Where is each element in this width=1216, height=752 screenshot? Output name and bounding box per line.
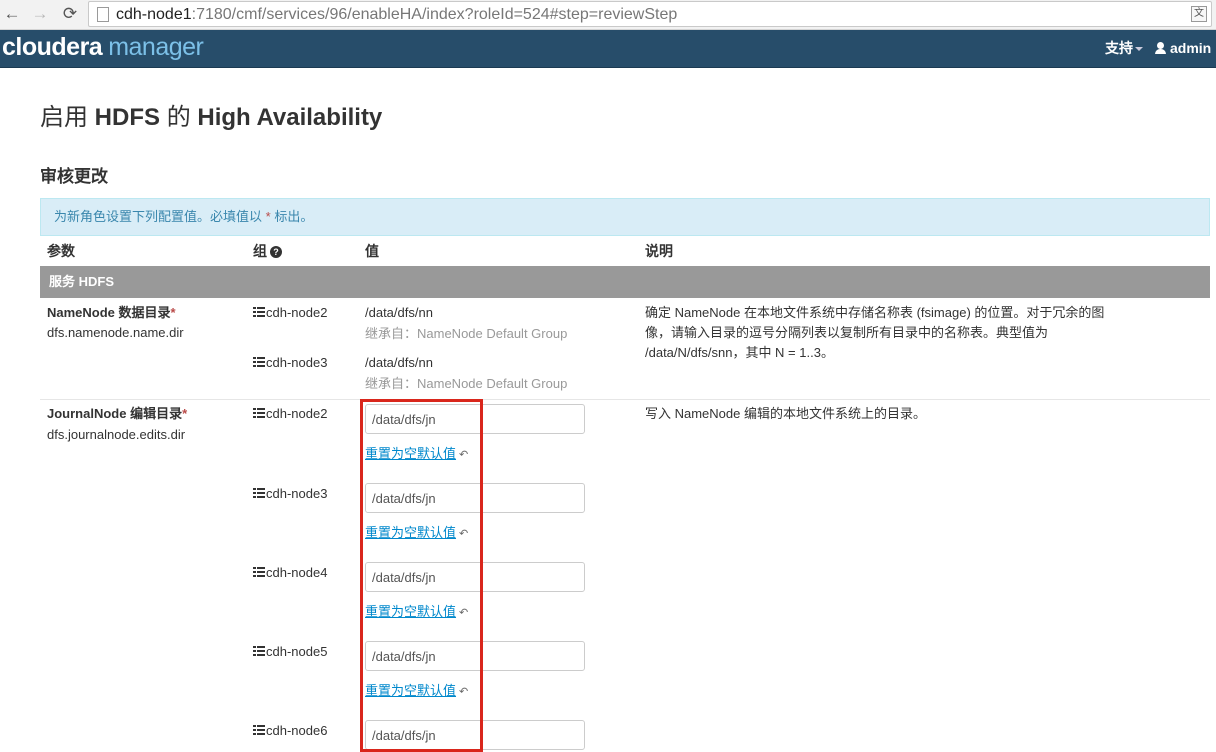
column-header-group: 组? (253, 241, 282, 261)
group-cell: cdh-node4 (253, 564, 327, 582)
list-icon (253, 488, 265, 498)
undo-icon: ↶ (459, 686, 469, 698)
journalnode-dir-input[interactable] (365, 483, 585, 513)
list-icon (253, 567, 265, 577)
support-menu[interactable]: 支持 (1105, 39, 1143, 57)
group-cell: cdh-node2 (253, 304, 327, 322)
info-banner: 为新角色设置下列配置值。必填值以 * 标出。 (40, 198, 1210, 236)
list-icon (253, 307, 265, 317)
journalnode-dir-input[interactable] (365, 720, 585, 750)
reset-default-link[interactable]: 重置为空默认值 ↶ (365, 603, 468, 622)
list-icon (253, 725, 265, 735)
group-cell: cdh-node3 (253, 485, 327, 503)
reset-default-link[interactable]: 重置为空默认值 ↶ (365, 445, 468, 464)
param-name: JournalNode 编辑目录* (47, 406, 188, 421)
param-description: 确定 NameNode 在本地文件系统中存储名称表 (fsimage) 的位置。… (645, 305, 1105, 360)
translate-icon[interactable]: 文 (1191, 6, 1207, 22)
param-key: dfs.journalnode.edits.dir (47, 427, 186, 442)
group-cell: cdh-node5 (253, 643, 327, 661)
reset-default-link[interactable]: 重置为空默认值 ↶ (365, 682, 468, 701)
param-name: NameNode 数据目录* (47, 305, 176, 320)
column-header-param: 参数 (47, 243, 75, 259)
inherited-note: 继承自：NameNode Default Group (365, 326, 568, 341)
column-header-description: 说明 (645, 243, 673, 259)
value-text: /data/dfs/nn (365, 305, 433, 320)
group-cell: cdh-node3 (253, 354, 327, 372)
journalnode-dir-input[interactable] (365, 404, 585, 434)
user-menu[interactable]: admin (1155, 39, 1211, 57)
back-arrow-icon[interactable]: ← (1, 3, 23, 25)
help-icon[interactable]: ? (270, 246, 282, 258)
reset-default-link[interactable]: 重置为空默认值 ↶ (365, 524, 468, 543)
address-bar[interactable]: cdh-node1:7180/cmf/services/96/enableHA/… (88, 1, 1212, 27)
url-text: cdh-node1:7180/cmf/services/96/enableHA/… (116, 6, 678, 23)
undo-icon: ↶ (459, 528, 469, 540)
page-title: 启用 HDFS 的 High Availability (40, 104, 383, 131)
group-cell: cdh-node2 (253, 405, 327, 423)
list-icon (253, 646, 265, 656)
user-icon (1155, 42, 1166, 54)
list-icon (253, 357, 265, 367)
param-description: 写入 NameNode 编辑的本地文件系统上的目录。 (645, 406, 926, 421)
param-key: dfs.namenode.name.dir (47, 325, 184, 340)
section-title: 审核更改 (40, 167, 108, 186)
inherited-note: 继承自：NameNode Default Group (365, 376, 568, 391)
app-header: cloudera manager 支持 admin (0, 30, 1216, 68)
service-group-row: 服务 HDFS (40, 266, 1210, 298)
reload-icon[interactable]: ⟳ (59, 3, 81, 25)
group-cell: cdh-node6 (253, 722, 327, 740)
undo-icon: ↶ (459, 449, 469, 461)
undo-icon: ↶ (459, 607, 469, 619)
list-icon (253, 408, 265, 418)
page-icon (97, 7, 109, 22)
browser-toolbar: ← → ⟳ cdh-node1:7180/cmf/services/96/ena… (0, 0, 1216, 30)
column-header-value: 值 (365, 243, 379, 259)
value-text: /data/dfs/nn (365, 355, 433, 370)
chevron-down-icon (1135, 47, 1143, 52)
journalnode-dir-input[interactable] (365, 641, 585, 671)
forward-arrow-icon[interactable]: → (29, 3, 51, 25)
row-divider (40, 399, 1210, 400)
journalnode-dir-input[interactable] (365, 562, 585, 592)
cloudera-manager-logo[interactable]: cloudera manager (2, 33, 204, 61)
